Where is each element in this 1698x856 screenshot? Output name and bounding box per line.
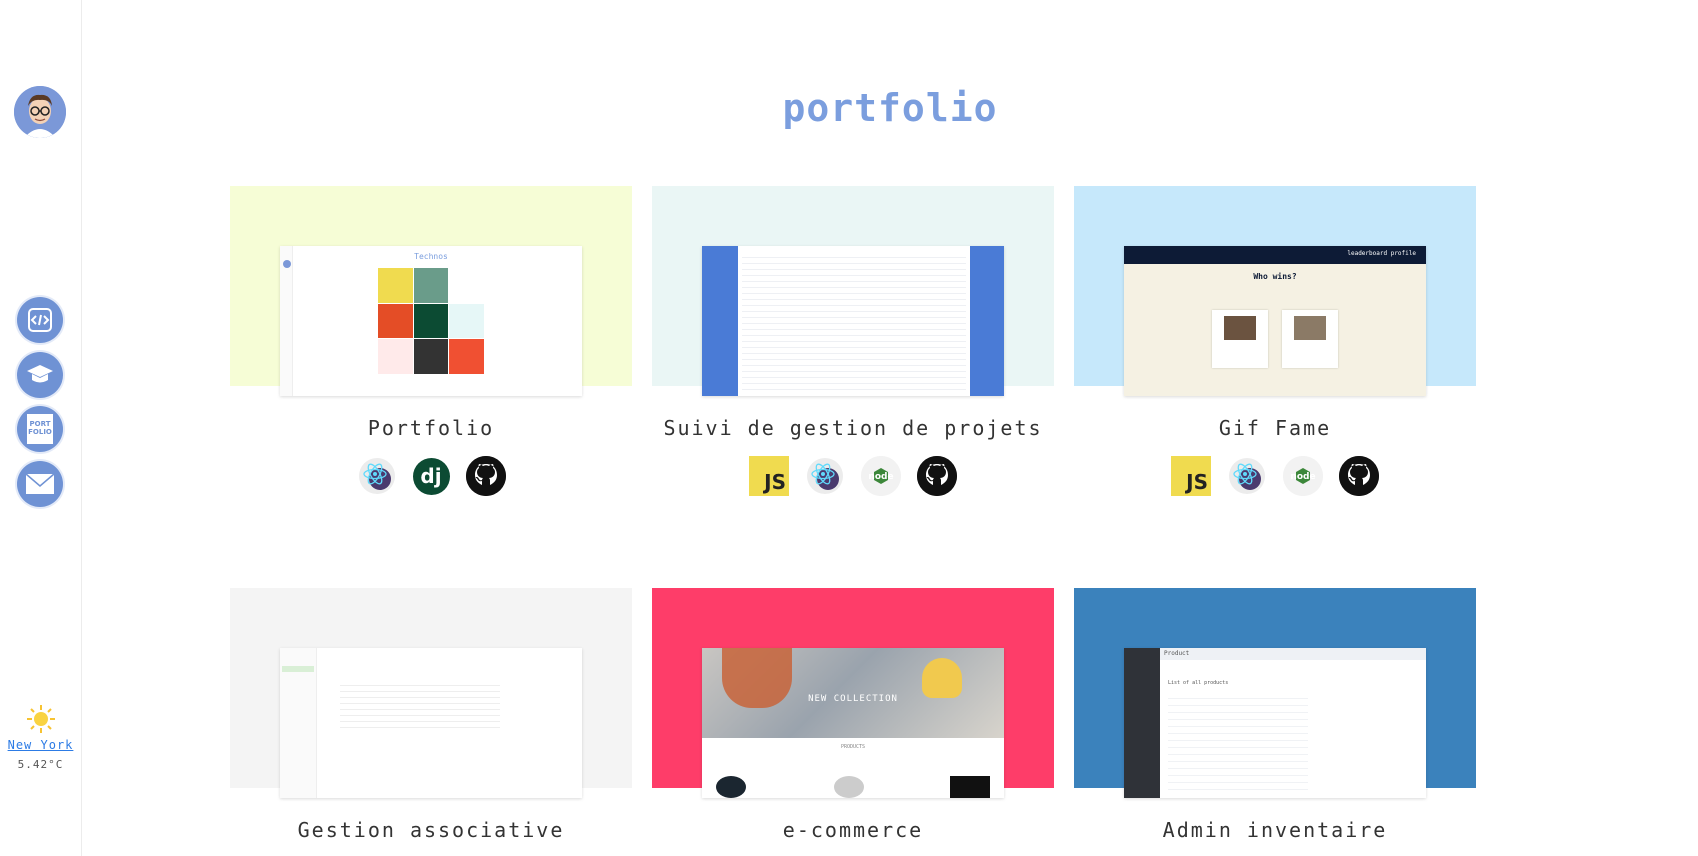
nodejs-icon: node xyxy=(861,456,901,496)
project-name: Admin inventaire xyxy=(1162,818,1388,842)
nav-code-button[interactable] xyxy=(17,297,63,343)
sidebar: PORT FOLIO New York 5.42°C xyxy=(0,0,82,856)
screenshot-title: Who wins? xyxy=(1253,272,1297,281)
code-icon xyxy=(28,308,52,332)
github-icon[interactable] xyxy=(465,456,506,496)
main-content: portfolio Technos Portfolio dj Suivi de … xyxy=(82,0,1698,856)
graduation-cap-icon xyxy=(27,365,53,383)
project-name: Gif Fame xyxy=(1218,416,1332,440)
svg-text:node: node xyxy=(1290,472,1315,482)
react-icon xyxy=(805,456,845,496)
screenshot-subtitle: List of all products xyxy=(1168,680,1229,686)
tech-list: JS node xyxy=(652,456,1054,496)
weather-widget: New York 5.42°C xyxy=(0,704,81,771)
project-name: Suivi de gestion de projets xyxy=(663,416,1043,440)
nodejs-icon: node xyxy=(1283,456,1323,496)
javascript-icon: JS xyxy=(749,456,789,496)
javascript-icon: JS xyxy=(1171,456,1211,496)
tech-list: JS node xyxy=(1074,456,1476,496)
project-screenshot: leaderboard profile Who wins? xyxy=(1124,246,1426,396)
weather-city[interactable]: New York xyxy=(0,738,81,752)
nav-education-button[interactable] xyxy=(17,352,63,398)
tech-list: dj xyxy=(230,456,632,496)
react-icon xyxy=(357,456,397,496)
react-icon xyxy=(1227,456,1267,496)
avatar[interactable] xyxy=(14,86,66,138)
project-name: Gestion associative xyxy=(297,818,565,842)
screenshot-title: NEW COLLECTION xyxy=(808,694,898,704)
svg-text:node: node xyxy=(868,472,893,482)
envelope-icon xyxy=(25,473,55,494)
page-title: portfolio xyxy=(782,86,998,130)
nav-contact-button[interactable] xyxy=(17,461,63,507)
screenshot-subtitle: PRODUCTS xyxy=(840,744,866,750)
portfolio-icon: PORT FOLIO xyxy=(27,414,53,444)
nav-portfolio-button[interactable]: PORT FOLIO xyxy=(17,406,63,452)
screenshot-title: Technos xyxy=(414,252,448,261)
project-name: Portfolio xyxy=(367,416,495,440)
django-icon: dj xyxy=(412,457,450,495)
project-screenshot: Product List of all products xyxy=(1124,648,1426,798)
weather-temperature: 5.42°C xyxy=(17,758,64,771)
screenshot-header: leaderboard profile xyxy=(1347,250,1416,257)
project-screenshot xyxy=(280,648,582,798)
project-name: e-commerce xyxy=(782,818,924,842)
project-screenshot: Technos xyxy=(280,246,582,396)
github-icon[interactable] xyxy=(917,456,957,496)
sun-icon xyxy=(26,705,55,733)
project-screenshot: NEW COLLECTION PRODUCTS xyxy=(702,648,1004,798)
github-icon[interactable] xyxy=(1339,456,1379,496)
project-screenshot xyxy=(702,246,1004,396)
screenshot-title: Product xyxy=(1164,650,1190,657)
